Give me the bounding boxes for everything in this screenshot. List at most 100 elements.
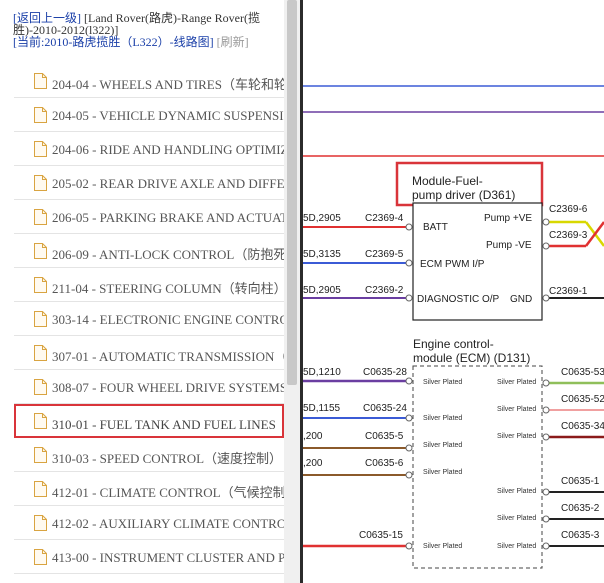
section-item[interactable]: 206-05 - PARKING BRAKE AND ACTUATION bbox=[14, 200, 284, 234]
file-icon bbox=[34, 175, 47, 191]
section-item-label: 413-00 - INSTRUMENT CLUSTER AND PANEL bbox=[52, 550, 284, 565]
pin-dot bbox=[405, 223, 413, 231]
wire-code: ,200 bbox=[303, 431, 323, 442]
plated-label: Silver Plated bbox=[423, 379, 462, 386]
section-item[interactable]: 211-04 - STEERING COLUMN（转向柱） bbox=[14, 268, 284, 302]
section-item[interactable]: 206-09 - ANTI-LOCK CONTROL（防抱死控制） bbox=[14, 234, 284, 268]
file-icon bbox=[34, 413, 47, 429]
section-item-label: 412-02 - AUXILIARY CLIMATE CONTROL bbox=[52, 516, 284, 531]
fuel-pump-title-1: Module-Fuel- bbox=[412, 174, 483, 188]
section-item-label: 206-09 - ANTI-LOCK CONTROL（防抱死控制） bbox=[52, 247, 284, 262]
pin-dot bbox=[405, 471, 413, 479]
file-icon bbox=[34, 277, 47, 293]
pin-label: C0635-2 bbox=[561, 503, 600, 514]
scrollbar-thumb[interactable] bbox=[287, 0, 297, 385]
wiring-diagram-svg: Module-Fuel- pump driver (D361) BATT ECM… bbox=[303, 85, 604, 569]
pin-label: C0635-3 bbox=[561, 530, 600, 541]
wire-code: 5D,1155 bbox=[303, 403, 341, 414]
section-item-label: 310-03 - SPEED CONTROL（速度控制） bbox=[52, 451, 283, 466]
section-item-label: 412-01 - CLIMATE CONTROL（气候控制） bbox=[52, 485, 284, 500]
plated-label: Silver Plated bbox=[423, 543, 462, 550]
section-item[interactable]: 308-07 - FOUR WHEEL DRIVE SYSTEMS bbox=[14, 370, 284, 404]
pin-label: C2369-6 bbox=[549, 204, 588, 215]
section-item[interactable]: 303-14 - ELECTRONIC ENGINE CONTROLS bbox=[14, 302, 284, 336]
file-icon bbox=[34, 515, 47, 531]
gnd-label: GND bbox=[510, 294, 532, 305]
file-icon bbox=[34, 209, 47, 225]
wire-code: ,200 bbox=[303, 458, 323, 469]
scrollbar[interactable] bbox=[284, 0, 300, 583]
ecm-box bbox=[412, 365, 543, 569]
file-icon bbox=[34, 447, 47, 463]
ecm-title-2: module (ECM) (D131) bbox=[413, 351, 530, 365]
current-link[interactable]: 2010-路虎揽胜（L322）-线路图 bbox=[44, 35, 209, 49]
pin-dot bbox=[405, 259, 413, 267]
ecm-title-1: Engine control- bbox=[413, 337, 494, 351]
current-suffix: ] bbox=[209, 35, 214, 49]
pin-label: C0635-5 bbox=[365, 431, 404, 442]
plated-label: Silver Plated bbox=[423, 442, 462, 449]
file-icon bbox=[34, 345, 47, 361]
plated-label: Silver Plated bbox=[423, 415, 462, 422]
pin-dot bbox=[542, 515, 550, 523]
diag-label: DIAGNOSTIC O/P bbox=[417, 294, 500, 305]
section-item-label: 310-01 - FUEL TANK AND FUEL LINES（燃油箱和燃油… bbox=[52, 417, 282, 432]
section-item[interactable]: 205-02 - REAR DRIVE AXLE AND DIFFERENTIA… bbox=[14, 166, 284, 200]
section-item[interactable]: 204-05 - VEHICLE DYNAMIC SUSPENSION bbox=[14, 98, 284, 132]
pin-label: C0635-15 bbox=[359, 530, 403, 541]
pin-dot bbox=[405, 377, 413, 385]
pin-dot bbox=[542, 433, 550, 441]
file-icon bbox=[34, 311, 47, 327]
pin-dot bbox=[405, 294, 413, 302]
section-item-label: 307-01 - AUTOMATIC TRANSMISSION（自动变速器） bbox=[52, 349, 284, 364]
section-item-label: 303-14 - ELECTRONIC ENGINE CONTROLS bbox=[52, 312, 284, 327]
section-item[interactable]: 204-06 - RIDE AND HANDLING OPTIMIZATION bbox=[14, 132, 284, 166]
section-item-label: 204-05 - VEHICLE DYNAMIC SUSPENSION bbox=[52, 108, 284, 123]
pump-pos-label: Pump +VE bbox=[484, 213, 532, 224]
wire-code: 5D,2905 bbox=[303, 285, 341, 296]
plated-label: Silver Plated bbox=[497, 379, 536, 386]
file-icon bbox=[34, 107, 47, 123]
section-item-label: 211-04 - STEERING COLUMN（转向柱） bbox=[52, 281, 284, 296]
file-icon bbox=[34, 379, 47, 395]
wire-code: 5D,2905 bbox=[303, 213, 341, 224]
section-item-label: 308-07 - FOUR WHEEL DRIVE SYSTEMS bbox=[52, 380, 284, 395]
plated-label: Silver Plated bbox=[497, 406, 536, 413]
pin-label: C0635-53 bbox=[561, 367, 604, 378]
pin-dot bbox=[542, 242, 550, 250]
file-icon bbox=[34, 481, 47, 497]
pin-dot bbox=[405, 542, 413, 550]
current-prefix: [当前: bbox=[13, 35, 45, 49]
section-item[interactable]: 307-01 - AUTOMATIC TRANSMISSION（自动变速器） bbox=[14, 336, 284, 370]
section-item[interactable]: 204-04 - WHEELS AND TIRES（车轮和轮胎） bbox=[14, 64, 284, 98]
file-icon bbox=[34, 549, 47, 565]
pin-dot bbox=[405, 414, 413, 422]
section-item-label: 204-06 - RIDE AND HANDLING OPTIMIZATION bbox=[52, 142, 284, 157]
section-item[interactable]: 413-00 - INSTRUMENT CLUSTER AND PANEL bbox=[14, 540, 284, 574]
section-item-label: 205-02 - REAR DRIVE AXLE AND DIFFERENTIA… bbox=[52, 176, 284, 191]
pin-dot bbox=[542, 379, 550, 387]
plated-label: Silver Plated bbox=[423, 469, 462, 476]
refresh-link[interactable]: [刷新] bbox=[217, 35, 249, 49]
plated-label: Silver Plated bbox=[497, 433, 536, 440]
left-panel: [返回上一级] [Land Rover(路虎)-Range Rover(揽胜)-… bbox=[0, 0, 284, 583]
pin-label: C0635-34 bbox=[561, 421, 604, 432]
pin-label: C0635-52 bbox=[561, 394, 604, 405]
nav-header: [返回上一级] [Land Rover(路虎)-Range Rover(揽胜)-… bbox=[13, 12, 273, 48]
batt-label: BATT bbox=[423, 222, 448, 233]
pin-label: C2369-4 bbox=[365, 213, 404, 224]
pin-label: C2369-5 bbox=[365, 249, 404, 260]
pin-label: C0635-6 bbox=[365, 458, 404, 469]
wire-code: 5D,3135 bbox=[303, 249, 341, 260]
pin-label: C0635-28 bbox=[363, 367, 407, 378]
section-item[interactable]: 412-02 - AUXILIARY CLIMATE CONTROL bbox=[14, 506, 284, 540]
pin-dot bbox=[542, 406, 550, 414]
pin-label: C2369-2 bbox=[365, 285, 404, 296]
pin-label: C0635-24 bbox=[363, 403, 407, 414]
plated-label: Silver Plated bbox=[497, 488, 536, 495]
wire-code: 5D,1210 bbox=[303, 367, 341, 378]
section-item[interactable]: 310-03 - SPEED CONTROL（速度控制） bbox=[14, 438, 284, 472]
section-item-selected[interactable]: 310-01 - FUEL TANK AND FUEL LINES（燃油箱和燃油… bbox=[14, 404, 284, 438]
pin-dot bbox=[542, 218, 550, 226]
section-item[interactable]: 412-01 - CLIMATE CONTROL（气候控制） bbox=[14, 472, 284, 506]
